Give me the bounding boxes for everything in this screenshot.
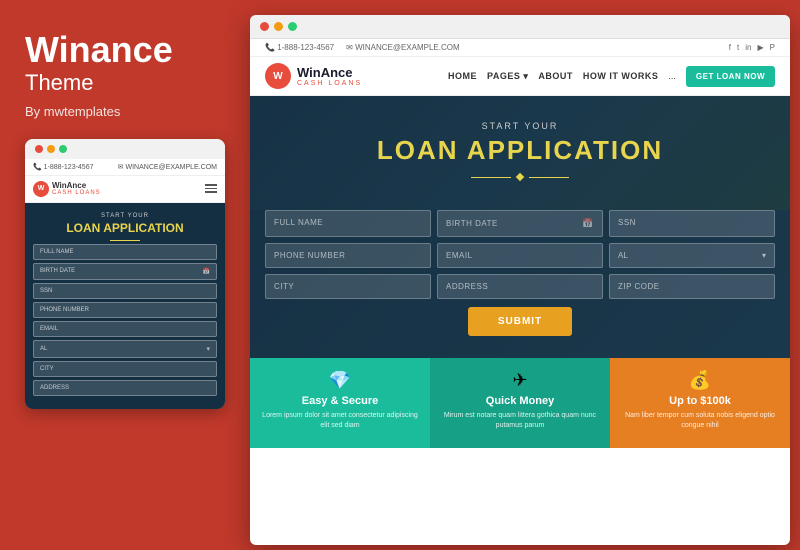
browser-window: 📞 1-888-123-4567 ✉ WINANCE@EXAMPLE.COM f… (250, 15, 790, 545)
field-zip[interactable]: ZIP CODE (609, 274, 775, 299)
hero-diamond (516, 173, 524, 181)
mobile-field-birthdate[interactable]: BIRTH DATE 📅 (33, 263, 217, 280)
feature-card-quick-money: ✈ Quick Money Mirum est notare quam litt… (430, 358, 610, 448)
site-nav: W WinAnce CASH LOANS HOME PAGES ▾ ABOUT … (250, 57, 790, 96)
site-hero: START YOUR LOAN APPLICATION (250, 96, 790, 210)
nav-links: HOME PAGES ▾ ABOUT HOW IT WORKS ... GET … (448, 66, 775, 87)
mobile-field-ssn[interactable]: SSN (33, 283, 217, 299)
feature-text-1: Lorem ipsum dolor sit amet consectetur a… (262, 411, 418, 431)
mobile-field-email[interactable]: EMAIL (33, 321, 217, 337)
hero-line-left (471, 177, 511, 178)
mobile-hero-pretitle: START YOUR (33, 213, 217, 219)
hero-line-right (529, 177, 569, 178)
topbar-social: f t in ▶ P (729, 43, 775, 52)
mobile-field-fullname[interactable]: FULL NAME (33, 244, 217, 260)
feature-title-2: Quick Money (442, 395, 598, 407)
nav-pages[interactable]: PAGES ▾ (487, 71, 528, 82)
mobile-field-city[interactable]: CITY (33, 361, 217, 377)
field-state[interactable]: AL ▾ (609, 243, 775, 268)
field-ssn[interactable]: SSN (609, 210, 775, 237)
left-panel: Winance Theme By mwtemplates 📞 1-888-123… (0, 0, 240, 550)
field-email[interactable]: EMAIL (437, 243, 603, 268)
pinterest-icon[interactable]: P (770, 43, 775, 52)
app-subtitle: Theme (25, 70, 215, 96)
dot-red (35, 145, 43, 153)
mobile-hero-title: LOAN APPLICATION (33, 221, 217, 235)
nav-how-it-works[interactable]: HOW IT WORKS (583, 71, 659, 81)
app-title: Winance (25, 30, 215, 70)
field-city[interactable]: CITY (265, 274, 431, 299)
mobile-hero: START YOUR LOAN APPLICATION FULL NAME BI… (25, 203, 225, 409)
mobile-preview: 📞 1-888-123-4567 ✉ WINANCE@EXAMPLE.COM W… (25, 139, 225, 409)
feature-card-easy-secure: 💎 Easy & Secure Lorem ipsum dolor sit am… (250, 358, 430, 448)
hero-title: LOAN APPLICATION (265, 135, 775, 166)
feature-text-2: Mirum est notare quam littera gothica qu… (442, 411, 598, 431)
mobile-titlebar (25, 139, 225, 159)
hero-pretitle: START YOUR (265, 121, 775, 131)
get-loan-button[interactable]: GET LOAN NOW (686, 66, 775, 87)
browser-dot-green[interactable] (288, 22, 297, 31)
browser-dot-yellow[interactable] (274, 22, 283, 31)
mobile-field-address[interactable]: ADDRESS (33, 380, 217, 396)
dot-yellow (47, 145, 55, 153)
nav-more[interactable]: ... (668, 71, 676, 81)
hamburger-icon[interactable] (205, 184, 217, 193)
mobile-email: ✉ WINANCE@EXAMPLE.COM (118, 163, 217, 171)
mobile-logo: W WinAnce CASH LOANS (33, 181, 101, 197)
hero-divider (265, 174, 775, 180)
facebook-icon[interactable]: f (729, 43, 731, 52)
loan-form: FULL NAME BIRTH DATE 📅 SSN PHONE NUMBER … (250, 210, 790, 358)
mobile-field-phone[interactable]: PHONE NUMBER (33, 302, 217, 318)
mobile-phone: 📞 1-888-123-4567 (33, 163, 94, 171)
site-topbar: 📞 1-888-123-4567 ✉ WINANCE@EXAMPLE.COM f… (250, 39, 790, 57)
money-icon: 💰 (622, 370, 778, 391)
nav-home[interactable]: HOME (448, 71, 477, 81)
logo-text: WinAnce CASH LOANS (297, 65, 362, 87)
linkedin-icon[interactable]: in (745, 43, 751, 52)
diamond-icon: 💎 (262, 370, 418, 391)
form-row-3: CITY ADDRESS ZIP CODE (265, 274, 775, 299)
field-birth-date[interactable]: BIRTH DATE 📅 (437, 210, 603, 237)
topbar-email: ✉ WINANCE@EXAMPLE.COM (346, 43, 460, 52)
field-phone[interactable]: PHONE NUMBER (265, 243, 431, 268)
topbar-contact: 📞 1-888-123-4567 ✉ WINANCE@EXAMPLE.COM (265, 43, 460, 52)
mobile-hero-divider (110, 240, 140, 241)
mobile-logo-text: WinAnce CASH LOANS (52, 181, 101, 196)
mobile-topbar: 📞 1-888-123-4567 ✉ WINANCE@EXAMPLE.COM (25, 159, 225, 176)
feature-card-up-to-100k: 💰 Up to $100k Nam liber tempor cum solut… (610, 358, 790, 448)
logo-main: WinAnce (297, 65, 362, 80)
mobile-field-state[interactable]: AL (33, 340, 217, 358)
twitter-icon[interactable]: t (737, 43, 739, 52)
feature-title-1: Easy & Secure (262, 395, 418, 407)
feature-title-3: Up to $100k (622, 395, 778, 407)
field-address[interactable]: ADDRESS (437, 274, 603, 299)
topbar-phone: 📞 1-888-123-4567 (265, 43, 334, 52)
form-row-1: FULL NAME BIRTH DATE 📅 SSN (265, 210, 775, 237)
form-row-2: PHONE NUMBER EMAIL AL ▾ (265, 243, 775, 268)
form-submit-row: SUBMIT (265, 307, 775, 336)
logo-icon: W (265, 63, 291, 89)
dot-green (59, 145, 67, 153)
mobile-logo-icon: W (33, 181, 49, 197)
browser-dot-red[interactable] (260, 22, 269, 31)
browser-titlebar (250, 15, 790, 39)
submit-button[interactable]: SUBMIT (468, 307, 572, 336)
author-credit: By mwtemplates (25, 104, 215, 119)
nav-about[interactable]: ABOUT (538, 71, 573, 81)
mobile-nav: W WinAnce CASH LOANS (25, 176, 225, 203)
youtube-icon[interactable]: ▶ (758, 43, 764, 52)
feature-text-3: Nam liber tempor cum soluta nobis eligen… (622, 411, 778, 431)
feature-cards: 💎 Easy & Secure Lorem ipsum dolor sit am… (250, 358, 790, 448)
site-logo: W WinAnce CASH LOANS (265, 63, 362, 89)
logo-sub: CASH LOANS (297, 80, 362, 87)
plane-icon: ✈ (442, 370, 598, 391)
field-full-name[interactable]: FULL NAME (265, 210, 431, 237)
